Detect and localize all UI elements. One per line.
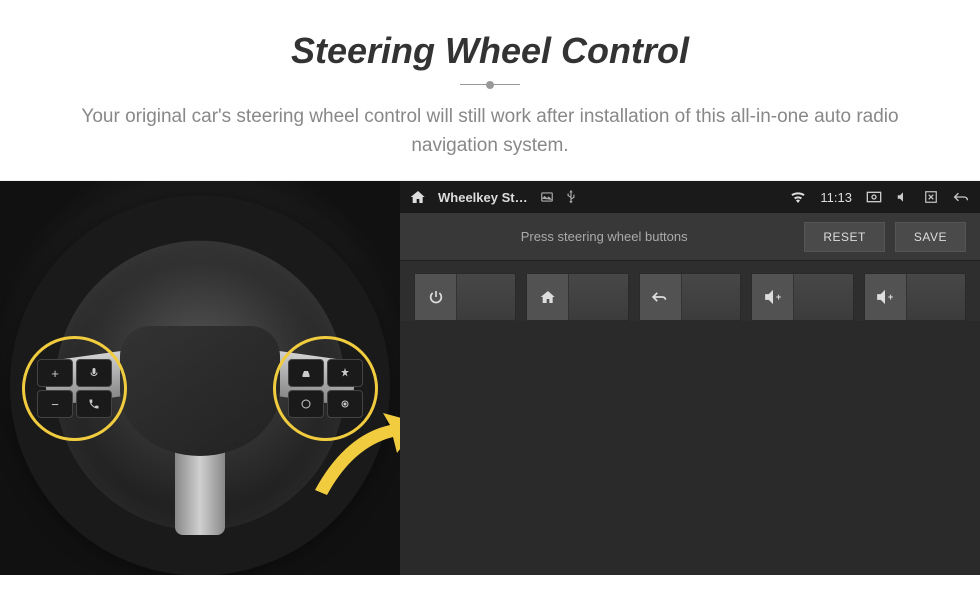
- volume-up-icon: +: [865, 274, 907, 320]
- wheel-btn-mode1: [288, 359, 324, 387]
- device-screen: Wheelkey St… 11:13: [400, 181, 980, 575]
- left-controls-highlight: + −: [22, 336, 127, 441]
- power-icon: [415, 274, 457, 320]
- toolbar-prompt: Press steering wheel buttons: [414, 229, 794, 244]
- arrow-indicator: [305, 405, 400, 505]
- func-back-button[interactable]: [639, 273, 741, 321]
- back-icon[interactable]: [952, 190, 970, 204]
- home-icon: [527, 274, 569, 320]
- toolbar: Press steering wheel buttons RESET SAVE: [400, 213, 980, 261]
- wheel-btn-plus: +: [37, 359, 73, 387]
- save-button[interactable]: SAVE: [895, 222, 966, 252]
- picture-icon: [540, 190, 554, 204]
- wheel-btn-phone: [76, 390, 112, 418]
- page-description: Your original car's steering wheel contr…: [65, 103, 915, 160]
- screenshot-icon[interactable]: [866, 191, 882, 203]
- content-row: + −: [0, 180, 980, 575]
- volume-up-icon: +: [752, 274, 794, 320]
- home-icon[interactable]: [410, 189, 426, 205]
- func-home-button[interactable]: [526, 273, 628, 321]
- wheel-spoke-bottom: [175, 445, 225, 535]
- func-power-button[interactable]: [414, 273, 516, 321]
- func-volume-up-button[interactable]: +: [751, 273, 853, 321]
- svg-text:+: +: [888, 292, 894, 302]
- status-time: 11:13: [820, 190, 852, 205]
- wifi-icon: [790, 191, 806, 203]
- wheel-btn-voice: [76, 359, 112, 387]
- screen-body-area: [400, 321, 980, 575]
- wheel-btn-minus: −: [37, 390, 73, 418]
- usb-icon: [566, 190, 576, 204]
- reset-button[interactable]: RESET: [804, 222, 885, 252]
- back-curve-icon: [640, 274, 682, 320]
- status-bar: Wheelkey St… 11:13: [400, 181, 980, 213]
- steering-wheel-image: + −: [0, 181, 400, 575]
- status-app-title: Wheelkey St…: [438, 190, 528, 205]
- mute-icon[interactable]: [896, 190, 910, 204]
- wheel-center-hub: [120, 326, 280, 456]
- wheel-btn-mode2: [327, 359, 363, 387]
- close-icon[interactable]: [924, 190, 938, 204]
- func-volume-up-button-2[interactable]: +: [864, 273, 966, 321]
- page-title: Steering Wheel Control: [40, 30, 940, 72]
- svg-text:+: +: [776, 292, 782, 302]
- title-divider: [460, 84, 520, 85]
- header-section: Steering Wheel Control Your original car…: [0, 0, 980, 180]
